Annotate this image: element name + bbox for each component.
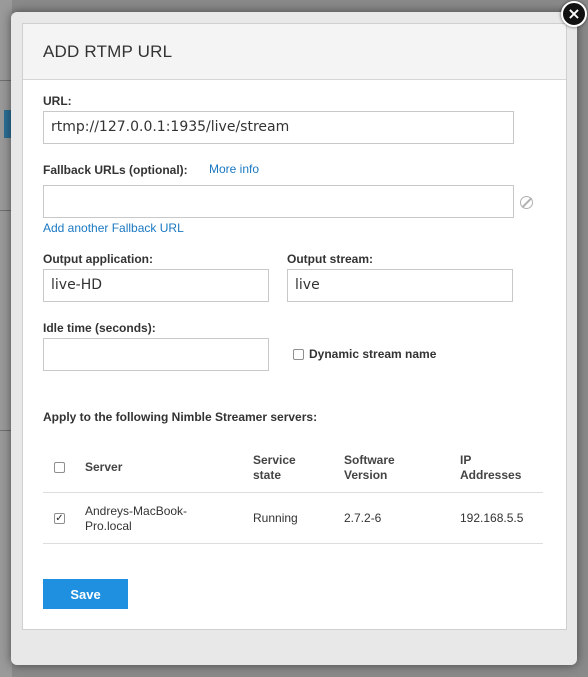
table-header-divider bbox=[43, 492, 543, 493]
url-label: URL: bbox=[43, 94, 72, 108]
close-icon[interactable]: × bbox=[561, 1, 587, 27]
more-info-link[interactable]: More info bbox=[209, 162, 259, 176]
idle-time-label: Idle time (seconds): bbox=[43, 321, 156, 335]
dynamic-stream-name-label: Dynamic stream name bbox=[309, 347, 437, 361]
modal-dialog: ADD RTMP URL URL: rtmp://127.0.0.1:1935/… bbox=[11, 12, 577, 665]
clear-circle-icon[interactable] bbox=[520, 196, 533, 209]
column-header-server: Server bbox=[85, 460, 123, 474]
column-header-service-state: Service state bbox=[253, 453, 296, 482]
servers-heading: Apply to the following Nimble Streamer s… bbox=[43, 410, 318, 424]
output-application-input[interactable]: live-HD bbox=[43, 269, 269, 302]
server-row-checkbox[interactable]: ✓ bbox=[54, 513, 65, 524]
select-all-servers-checkbox[interactable] bbox=[54, 462, 65, 473]
server-name-cell: Andreys-MacBook-Pro.local bbox=[85, 504, 188, 533]
url-input[interactable]: rtmp://127.0.0.1:1935/live/stream bbox=[43, 111, 514, 144]
software-version-cell: 2.7.2-6 bbox=[344, 511, 382, 525]
fallback-urls-label: Fallback URLs (optional): bbox=[43, 163, 188, 177]
modal-title: ADD RTMP URL bbox=[43, 42, 173, 61]
service-state-cell: Running bbox=[253, 511, 298, 525]
output-application-label: Output application: bbox=[43, 252, 153, 266]
fallback-url-input[interactable] bbox=[43, 185, 514, 218]
modal-header: ADD RTMP URL bbox=[23, 24, 566, 80]
idle-time-input[interactable] bbox=[43, 338, 269, 371]
output-stream-input[interactable]: live bbox=[287, 269, 513, 302]
dynamic-stream-name-checkbox[interactable] bbox=[293, 349, 304, 360]
save-button[interactable]: Save bbox=[43, 579, 128, 609]
table-row-divider bbox=[43, 543, 543, 544]
modal-panel: ADD RTMP URL URL: rtmp://127.0.0.1:1935/… bbox=[22, 23, 567, 630]
add-fallback-url-link[interactable]: Add another Fallback URL bbox=[43, 221, 184, 235]
ip-address-cell: 192.168.5.5 bbox=[460, 511, 524, 525]
column-header-ip-addresses: IP Addresses bbox=[460, 453, 522, 482]
output-stream-label: Output stream: bbox=[287, 252, 374, 266]
column-header-software-version: Software Version bbox=[344, 453, 395, 482]
